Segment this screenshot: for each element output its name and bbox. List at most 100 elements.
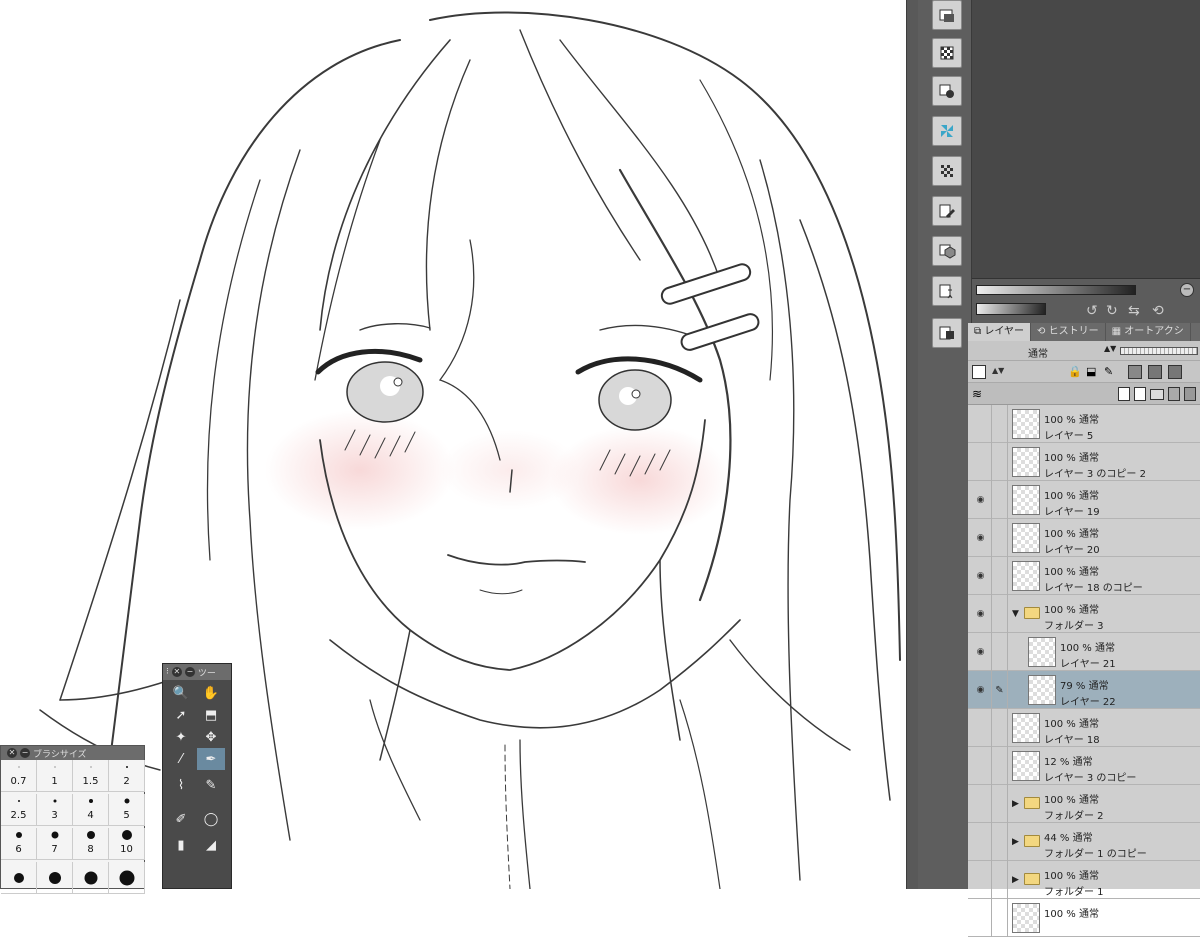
brush-size-cell[interactable]: 2.5 xyxy=(1,794,37,826)
edit-layer-icon[interactable] xyxy=(932,196,962,226)
visibility-toggle[interactable]: ◉ xyxy=(970,671,992,709)
zoom-slider[interactable] xyxy=(976,285,1136,295)
new-raster-layer-icon[interactable] xyxy=(1118,387,1130,401)
new-vector-layer-icon[interactable] xyxy=(1134,387,1146,401)
visibility-toggle[interactable]: ◉ xyxy=(970,519,992,557)
eraser-icon[interactable]: ◢ xyxy=(197,834,225,856)
move-layer-icon[interactable]: ✥ xyxy=(197,726,225,748)
tab-auto-action[interactable]: ▦ オートアクシ xyxy=(1106,323,1191,341)
transparent-layer-icon[interactable] xyxy=(932,38,962,68)
tool-window-header[interactable]: ⁝ ✕ − ツー xyxy=(163,664,231,680)
edit-target-toggle[interactable] xyxy=(992,481,1008,519)
visibility-toggle[interactable]: ◉ xyxy=(970,481,992,519)
edit-target-toggle[interactable] xyxy=(992,709,1008,747)
layer-row[interactable]: ◉ 100 % 通常 レイヤー 20 xyxy=(968,519,1200,557)
lasso-icon[interactable]: ◯ xyxy=(197,808,225,830)
visibility-toggle[interactable] xyxy=(970,405,992,443)
figure-icon[interactable] xyxy=(932,276,962,306)
tab-history[interactable]: ⟲ ヒストリー xyxy=(1031,323,1106,341)
visibility-toggle[interactable] xyxy=(970,747,992,785)
new-folder-icon[interactable] xyxy=(1150,389,1164,400)
operation-icon[interactable]: ➚ xyxy=(167,704,195,726)
3d-object-icon[interactable] xyxy=(932,236,962,266)
layer-row[interactable]: 100 % 通常 レイヤー 3 のコピー 2 xyxy=(968,443,1200,481)
brush-size-cell[interactable]: 10 xyxy=(109,828,145,860)
zoom-out-icon[interactable]: − xyxy=(1180,283,1194,297)
pinwheel-icon[interactable] xyxy=(932,116,962,146)
visibility-toggle[interactable]: ◉ xyxy=(970,595,992,633)
clip-icon[interactable]: ⬓ xyxy=(1086,365,1096,378)
blend-mode-chevron-icon[interactable]: ▲▼ xyxy=(1104,344,1116,353)
material-icon[interactable] xyxy=(932,318,962,348)
zoom-icon[interactable]: 🔍 xyxy=(167,682,195,704)
brush-size-cell[interactable]: 2 xyxy=(109,760,145,792)
blend-mode-select[interactable]: 通常 xyxy=(1028,345,1048,360)
delete-layer-icon[interactable] xyxy=(1184,387,1196,401)
tab-layer[interactable]: ⧉ レイヤー xyxy=(968,323,1032,341)
layer-row[interactable]: 100 % 通常 xyxy=(968,899,1200,937)
layer-row[interactable]: ◉ 100 % 通常 レイヤー 19 xyxy=(968,481,1200,519)
edit-target-toggle[interactable] xyxy=(992,747,1008,785)
rotate-left-icon[interactable]: ↺ xyxy=(1086,303,1104,319)
layer-row[interactable]: ◉ 100 % 通常 レイヤー 18 のコピー xyxy=(968,557,1200,595)
edit-target-toggle[interactable] xyxy=(992,785,1008,823)
settings-layer-icon[interactable] xyxy=(932,76,962,106)
edit-target-toggle[interactable]: ✎ xyxy=(992,671,1008,709)
brush-size-cell[interactable]: 8 xyxy=(73,828,109,860)
panel-splitter[interactable] xyxy=(906,0,918,889)
layer-row[interactable]: 100 % 通常 レイヤー 5 xyxy=(968,405,1200,443)
reference-icon[interactable]: ✎ xyxy=(1104,365,1113,378)
brush-icon[interactable]: ✎ xyxy=(197,774,225,796)
brush-size-cell[interactable]: 0.7 xyxy=(1,760,37,792)
edit-target-toggle[interactable] xyxy=(992,861,1008,899)
visibility-toggle[interactable] xyxy=(970,861,992,899)
edit-target-toggle[interactable] xyxy=(992,595,1008,633)
minimize-icon[interactable]: − xyxy=(184,667,195,677)
palette-color-icon[interactable] xyxy=(1148,365,1162,379)
flip-icon[interactable]: ⇆ xyxy=(1128,303,1146,319)
edit-target-toggle[interactable] xyxy=(992,405,1008,443)
visibility-toggle[interactable] xyxy=(970,709,992,747)
layer-stack-icon[interactable]: ≋ xyxy=(972,387,982,401)
checker-layer-icon[interactable] xyxy=(932,156,962,186)
collapsed-arrow-icon[interactable]: ▶ xyxy=(1012,799,1019,809)
pen-icon[interactable]: ✒ xyxy=(197,748,225,770)
layer-row[interactable]: ▶ 44 % 通常 フォルダー 1 のコピー xyxy=(968,823,1200,861)
close-icon[interactable]: ✕ xyxy=(7,748,17,758)
brush-size-cell[interactable]: 1.5 xyxy=(73,760,109,792)
brush-size-cell[interactable]: 3 xyxy=(37,794,73,826)
visibility-toggle[interactable] xyxy=(970,443,992,481)
folder-picture-icon[interactable] xyxy=(932,0,962,30)
brush-size-cell[interactable]: 7 xyxy=(37,828,73,860)
brush-size-window-header[interactable]: ✕ − ブラシサイズ xyxy=(1,746,144,760)
brush-size-cell[interactable] xyxy=(1,862,37,894)
transfer-down-icon[interactable] xyxy=(1168,387,1180,401)
collapsed-arrow-icon[interactable]: ▶ xyxy=(1012,837,1019,847)
layer-color-swatch[interactable] xyxy=(972,365,986,379)
edit-target-toggle[interactable] xyxy=(992,557,1008,595)
brush-size-cell[interactable]: 6 xyxy=(1,828,37,860)
layer-row[interactable]: ◉ ▼ 100 % 通常 フォルダー 3 xyxy=(968,595,1200,633)
layer-color-chevron-icon[interactable]: ▲▼ xyxy=(992,366,1004,375)
visibility-toggle[interactable] xyxy=(970,785,992,823)
ink-icon[interactable]: ⌇ xyxy=(167,774,195,796)
auto-select-icon[interactable]: ✦ xyxy=(167,726,195,748)
brush-size-cell[interactable]: 5 xyxy=(109,794,145,826)
lock-transparency-icon[interactable] xyxy=(1168,365,1182,379)
edit-target-toggle[interactable] xyxy=(992,823,1008,861)
visibility-toggle[interactable]: ◉ xyxy=(970,633,992,671)
expanded-arrow-icon[interactable]: ▼ xyxy=(1012,609,1019,619)
layer-row[interactable]: 12 % 通常 レイヤー 3 のコピー xyxy=(968,747,1200,785)
visibility-toggle[interactable]: ◉ xyxy=(970,557,992,595)
layer-row[interactable]: 100 % 通常 レイヤー 18 xyxy=(968,709,1200,747)
close-icon[interactable]: ✕ xyxy=(171,667,182,677)
edit-target-toggle[interactable] xyxy=(992,519,1008,557)
brush-size-cell[interactable]: 1 xyxy=(37,760,73,792)
rotate-slider[interactable] xyxy=(976,303,1046,315)
lock-icon[interactable]: 🔒 xyxy=(1068,365,1082,378)
brush-size-cell[interactable] xyxy=(37,862,73,894)
layer-row[interactable]: ◉ ✎ 79 % 通常 レイヤー 22 xyxy=(968,671,1200,709)
minimize-icon[interactable]: − xyxy=(20,748,30,758)
layer-row[interactable]: ◉ 100 % 通常 レイヤー 21 xyxy=(968,633,1200,671)
hand-icon[interactable]: ✋ xyxy=(197,682,225,704)
